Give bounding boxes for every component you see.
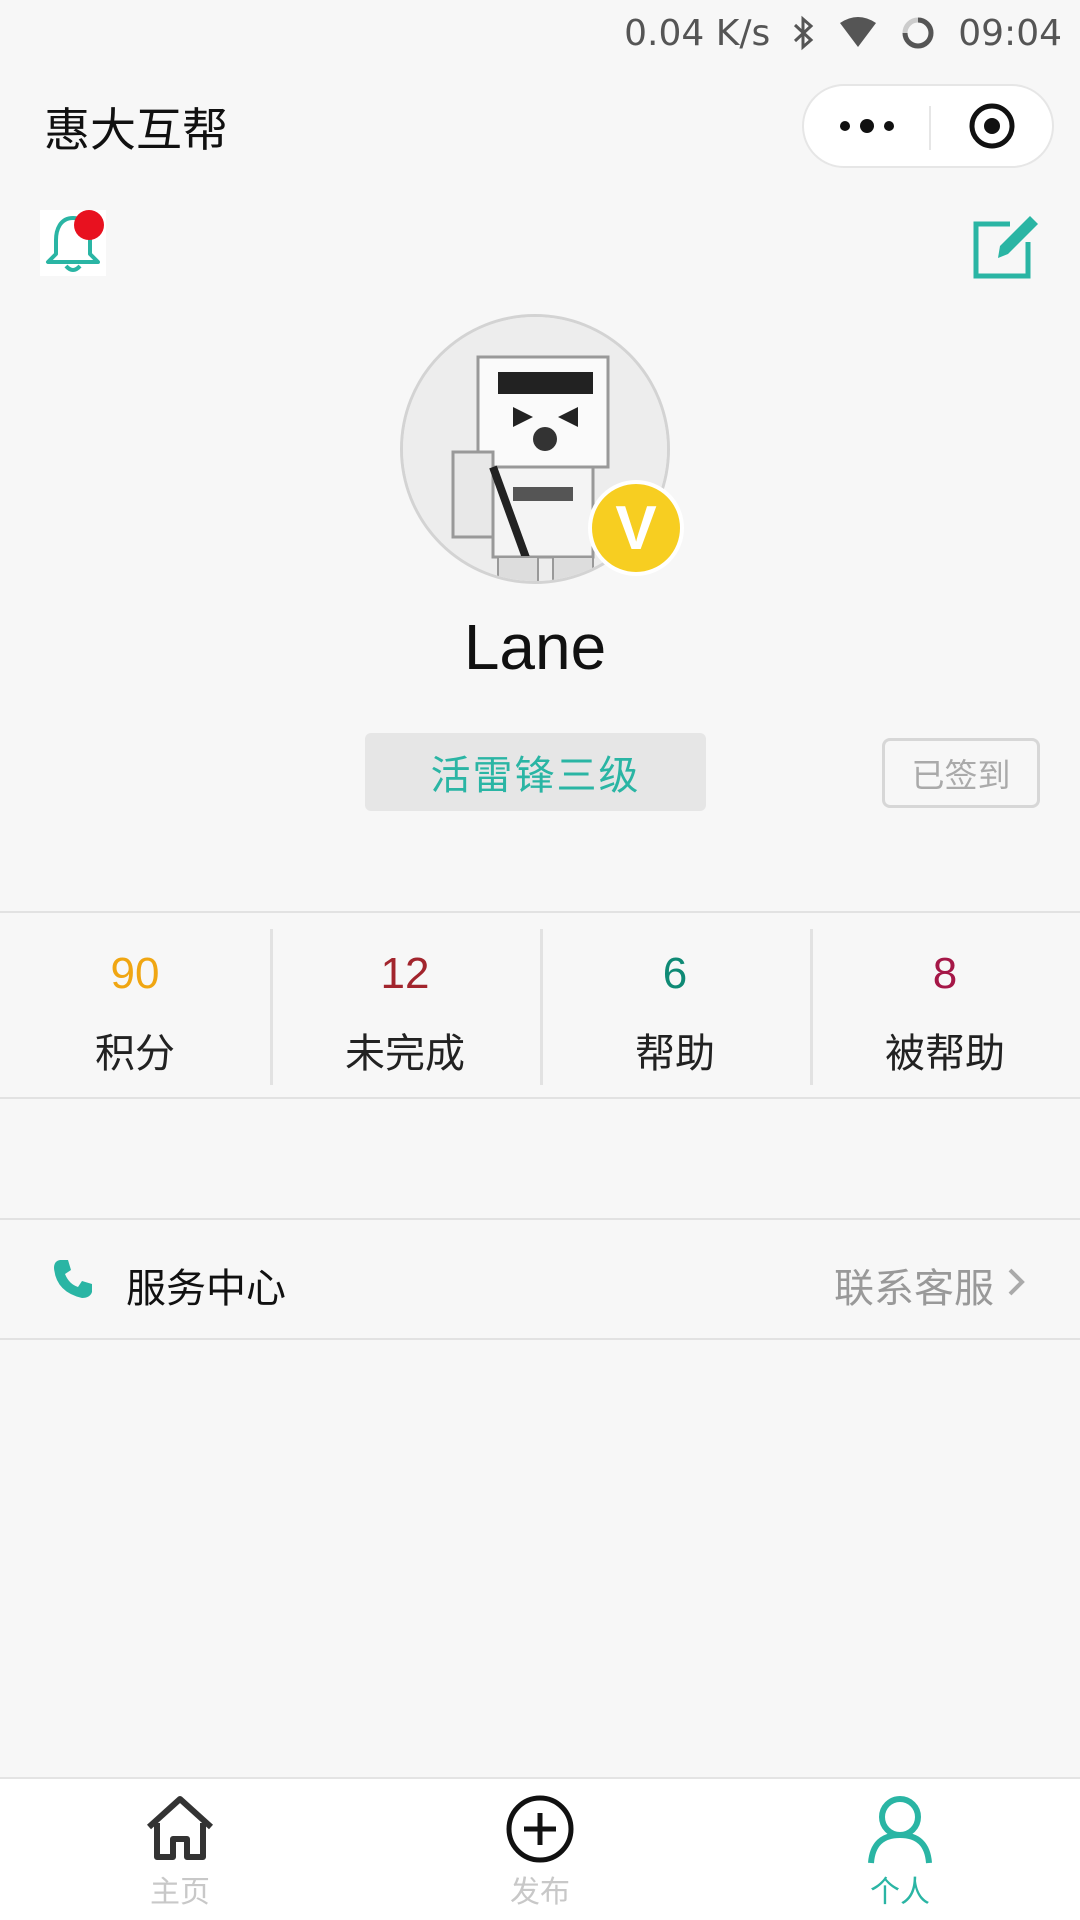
clock: 09:04 [958,12,1062,54]
tab-label: 个人 [870,1875,930,1910]
mini-program-capsule [802,84,1054,168]
stat-value: 12 [380,949,430,998]
home-icon [146,1796,214,1860]
edit-profile-button[interactable] [970,210,1042,282]
edit-icon [973,216,1038,279]
notification-dot [74,210,104,240]
stat-label: 积分 [95,1031,175,1077]
wifi-icon [840,17,877,47]
more-button[interactable] [804,86,929,166]
tab-bar: 主页 发布 个人 [0,1777,1080,1920]
app-title: 惠大互帮 [44,103,228,157]
tab-label: 发布 [510,1875,570,1910]
contact-service-link[interactable]: 联系客服 [834,1256,994,1314]
net-speed: 0.04 K/s [624,12,771,54]
stat-value: 6 [662,949,688,998]
tab-publish[interactable]: 发布 [460,1793,620,1919]
tab-label: 主页 [150,1875,210,1910]
title-bar: 惠大互帮 [0,66,1080,186]
sign-in-button[interactable]: 已签到 [882,738,1040,808]
stat-value: 8 [932,949,958,998]
phone-icon [54,1260,92,1298]
plus-circle-icon [506,1795,574,1863]
target-icon [969,103,1015,149]
more-icon [840,119,894,133]
stat-label: 未完成 [345,1031,465,1077]
status-bar: 0.04 K/s 09:04 [0,0,1080,66]
service-center-row[interactable]: 服务中心 联系客服 [0,1218,1080,1340]
tab-home[interactable]: 主页 [100,1793,260,1919]
level-badge: 活雷锋三级 [365,733,706,811]
stat-received-help[interactable]: 8 被帮助 [810,913,1080,1097]
stat-unfinished[interactable]: 12 未完成 [270,913,540,1097]
bluetooth-icon [794,15,814,51]
stat-points[interactable]: 90 积分 [0,913,270,1097]
service-center-label: 服务中心 [126,1266,286,1312]
close-button[interactable] [931,86,1054,166]
stat-label: 被帮助 [885,1031,1005,1077]
loading-icon [902,17,934,49]
username: Lane [463,611,607,683]
vip-badge: V [588,480,684,576]
user-icon [868,1796,932,1864]
stat-label: 帮助 [635,1031,715,1077]
chevron-right-icon [1008,1268,1025,1296]
stat-value: 90 [110,949,160,998]
tab-profile[interactable]: 个人 [820,1793,980,1919]
notification-button[interactable] [40,210,106,276]
stat-helped[interactable]: 6 帮助 [540,913,810,1097]
stats-row: 90 积分 12 未完成 6 帮助 8 被帮助 [0,911,1080,1099]
